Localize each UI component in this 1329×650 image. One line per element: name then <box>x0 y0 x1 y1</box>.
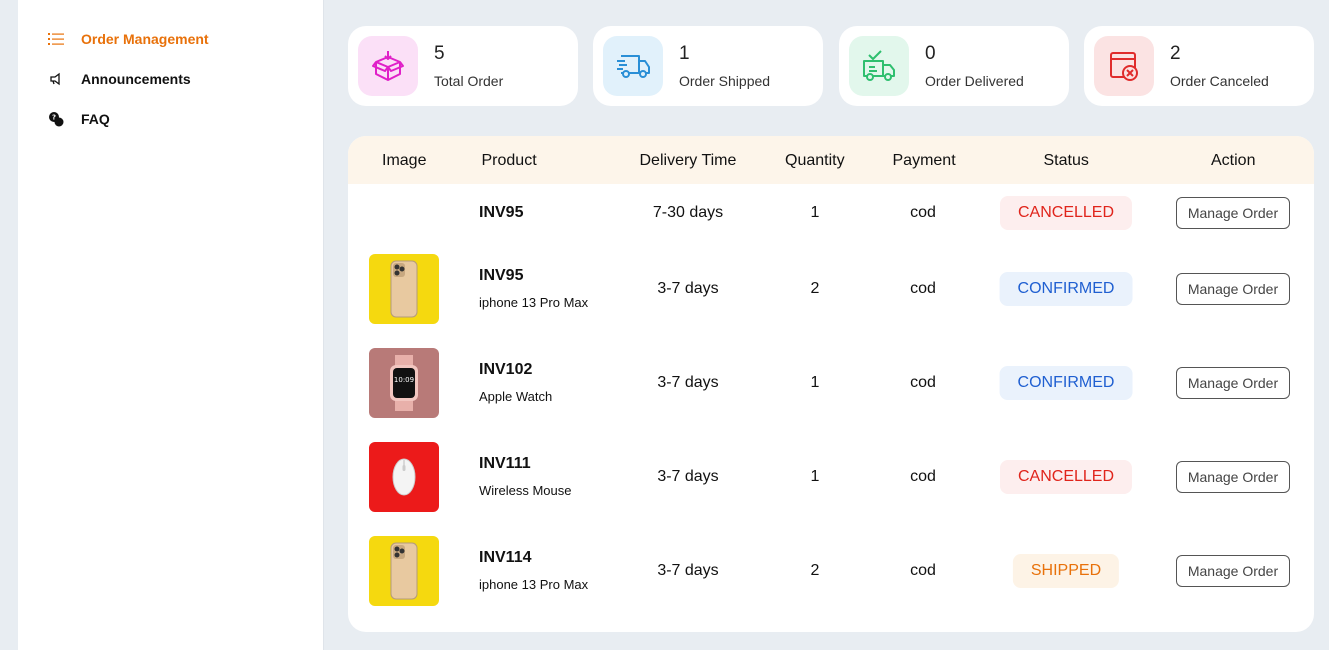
delivery-time: 3-7 days <box>657 374 719 391</box>
stat-value: 5 <box>434 43 445 64</box>
delivery-time: 3-7 days <box>657 468 719 485</box>
column-header-quantity: Quantity <box>785 152 845 169</box>
sidebar-item-label: Order Management <box>81 31 209 47</box>
product-image-mouse <box>369 442 439 512</box>
product-id: INV102 <box>479 361 533 378</box>
product-name: iphone 13 Pro Max <box>479 577 589 592</box>
sidebar: Order Management Announcements ? FAQ <box>18 0 324 650</box>
sidebar-item-label: Announcements <box>81 71 191 87</box>
quantity: 1 <box>810 468 820 485</box>
product-name: Wireless Mouse <box>479 483 572 498</box>
stat-card-order-canceled: 2 Order Canceled <box>1084 26 1314 106</box>
status-badge: CONFIRMED <box>999 366 1133 400</box>
chat-bubbles-icon: ? <box>48 111 64 127</box>
product-id: INV95 <box>479 267 524 284</box>
status-badge: CANCELLED <box>999 460 1133 494</box>
svg-text:?: ? <box>52 114 56 122</box>
column-header-delivery-time: Delivery Time <box>639 152 737 169</box>
column-header-action: Action <box>1211 152 1256 169</box>
stat-label: Order Delivered <box>925 73 1024 89</box>
payment-method: cod <box>910 374 936 391</box>
truck-icon <box>603 36 663 96</box>
stat-card-order-delivered: 0 Order Delivered <box>839 26 1069 106</box>
stat-label: Order Shipped <box>679 73 771 89</box>
column-header-product: Product <box>481 152 537 169</box>
product-name: Apple Watch <box>479 389 553 404</box>
sidebar-item-faq[interactable]: ? FAQ <box>48 111 110 127</box>
quantity: 1 <box>810 204 820 221</box>
product-image-watch: 10:09 <box>369 348 439 418</box>
manage-order-button[interactable]: Manage Order <box>1176 461 1290 493</box>
box-icon <box>358 36 418 96</box>
column-header-image: Image <box>382 152 427 169</box>
svg-text:10:09: 10:09 <box>394 376 414 384</box>
product-name: iphone 13 Pro Max <box>479 295 589 310</box>
manage-order-button[interactable]: Manage Order <box>1176 555 1290 587</box>
product-id: INV111 <box>479 455 531 472</box>
column-header-status: Status <box>1043 152 1089 169</box>
stat-value: 1 <box>679 43 690 64</box>
cancel-document-icon <box>1094 36 1154 96</box>
sidebar-item-order-management[interactable]: Order Management <box>48 31 209 47</box>
payment-method: cod <box>910 562 936 579</box>
payment-method: cod <box>910 280 936 297</box>
stat-value: 2 <box>1170 43 1181 64</box>
truck-check-icon <box>849 36 909 96</box>
megaphone-icon <box>48 71 64 87</box>
manage-order-button[interactable]: Manage Order <box>1176 367 1290 399</box>
stat-card-total-order: 5 Total Order <box>348 26 578 106</box>
stat-card-order-shipped: 1 Order Shipped <box>593 26 823 106</box>
status-badge: CANCELLED <box>999 196 1133 230</box>
manage-order-button[interactable]: Manage Order <box>1176 273 1290 305</box>
delivery-time: 3-7 days <box>657 280 719 297</box>
column-header-payment: Payment <box>892 152 956 169</box>
payment-method: cod <box>910 204 936 221</box>
quantity: 1 <box>810 374 820 391</box>
status-badge: SHIPPED <box>1012 554 1120 588</box>
stat-label: Order Canceled <box>1170 73 1269 89</box>
list-icon <box>48 31 64 47</box>
quantity: 2 <box>810 280 820 297</box>
status-badge: CONFIRMED <box>999 272 1133 306</box>
table-header: Image Product Delivery Time Quantity Pay… <box>348 136 1314 184</box>
product-image-iphone <box>369 536 439 606</box>
delivery-time: 7-30 days <box>652 204 724 221</box>
stat-label: Total Order <box>434 73 504 89</box>
sidebar-item-announcements[interactable]: Announcements <box>48 71 191 87</box>
product-image-iphone <box>369 254 439 324</box>
manage-order-button[interactable]: Manage Order <box>1176 197 1290 229</box>
product-id: INV114 <box>479 549 532 566</box>
sidebar-item-label: FAQ <box>81 111 110 127</box>
stat-value: 0 <box>925 43 936 64</box>
quantity: 2 <box>810 562 820 579</box>
main-content: 5 Total Order 1 Order Shipped 0 Order De… <box>348 0 1314 650</box>
payment-method: cod <box>910 468 936 485</box>
product-id: INV95 <box>479 204 524 221</box>
delivery-time: 3-7 days <box>657 562 719 579</box>
